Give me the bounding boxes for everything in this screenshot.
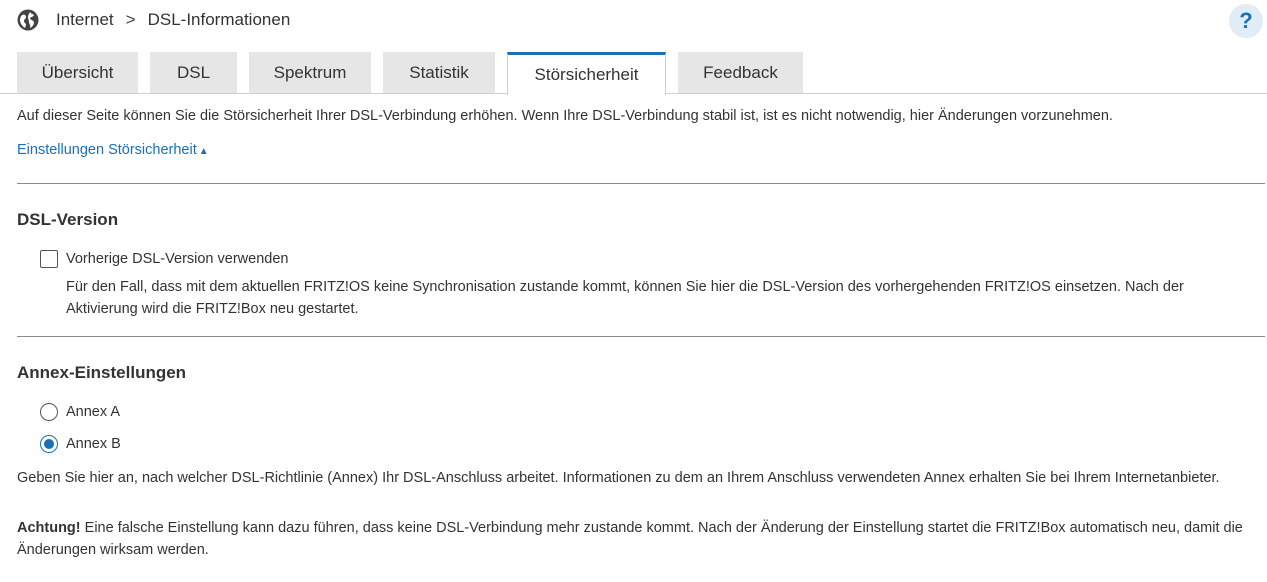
settings-toggle-link[interactable]: Einstellungen Störsicherheit ▲	[17, 142, 209, 158]
tab-dsl[interactable]: DSL	[150, 52, 237, 94]
radio-label: Annex B	[66, 436, 121, 452]
warning-label: Achtung!	[17, 520, 81, 536]
breadcrumb-parent[interactable]: Internet	[56, 10, 114, 30]
dsl-version-description: Für den Fall, dass mit dem aktuellen FRI…	[66, 279, 1184, 317]
breadcrumb-separator: >	[125, 10, 136, 29]
previous-dsl-version-checkbox[interactable]	[40, 250, 58, 268]
annex-b-option[interactable]: Annex B	[40, 435, 121, 453]
tab-label: Störsicherheit	[534, 65, 639, 84]
divider	[17, 336, 1265, 337]
breadcrumb: Internet > DSL-Informationen	[16, 7, 290, 33]
help-icon: ?	[1239, 8, 1253, 33]
tab-bar: Übersicht DSL Spektrum Statistik Störsic…	[17, 52, 815, 95]
globe-icon	[17, 9, 39, 31]
dsl-version-heading: DSL-Version	[17, 210, 119, 229]
settings-link-label: Einstellungen Störsicherheit	[17, 142, 197, 158]
checkbox-label: Vorherige DSL-Version verwenden	[66, 251, 289, 267]
breadcrumb-current: DSL-Informationen	[147, 10, 291, 29]
dsl-storsicherheit-page: Internet > DSL-Informationen ? Übersicht…	[0, 0, 1267, 582]
tab-ubersicht[interactable]: Übersicht	[17, 52, 138, 94]
tab-label: Statistik	[409, 63, 469, 82]
tab-spektrum[interactable]: Spektrum	[249, 52, 371, 94]
warning-text: Eine falsche Einstellung kann dazu führe…	[17, 520, 1243, 558]
annex-a-option[interactable]: Annex A	[40, 403, 120, 421]
annex-info-text: Geben Sie hier an, nach welcher DSL-Rich…	[17, 470, 1220, 486]
previous-dsl-version-option[interactable]: Vorherige DSL-Version verwenden	[40, 250, 288, 268]
tab-label: Spektrum	[273, 63, 347, 82]
annex-a-radio[interactable]	[40, 403, 58, 421]
tab-statistik[interactable]: Statistik	[383, 52, 495, 94]
intro-text: Auf dieser Seite können Sie die Störsich…	[17, 108, 1113, 124]
divider	[17, 183, 1265, 184]
tab-label: DSL	[176, 63, 211, 82]
tab-storsicherheit[interactable]: Störsicherheit	[507, 52, 666, 95]
tab-feedback[interactable]: Feedback	[678, 52, 803, 94]
annex-warning: Achtung! Eine falsche Einstellung kann d…	[17, 517, 1257, 561]
tab-label: Übersicht	[41, 63, 114, 82]
help-button[interactable]: ?	[1229, 4, 1263, 38]
triangle-up-icon: ▲	[198, 146, 209, 157]
annex-heading: Annex-Einstellungen	[17, 363, 187, 382]
annex-b-radio[interactable]	[40, 435, 58, 453]
tab-label: Feedback	[703, 63, 778, 82]
radio-label: Annex A	[66, 404, 121, 420]
